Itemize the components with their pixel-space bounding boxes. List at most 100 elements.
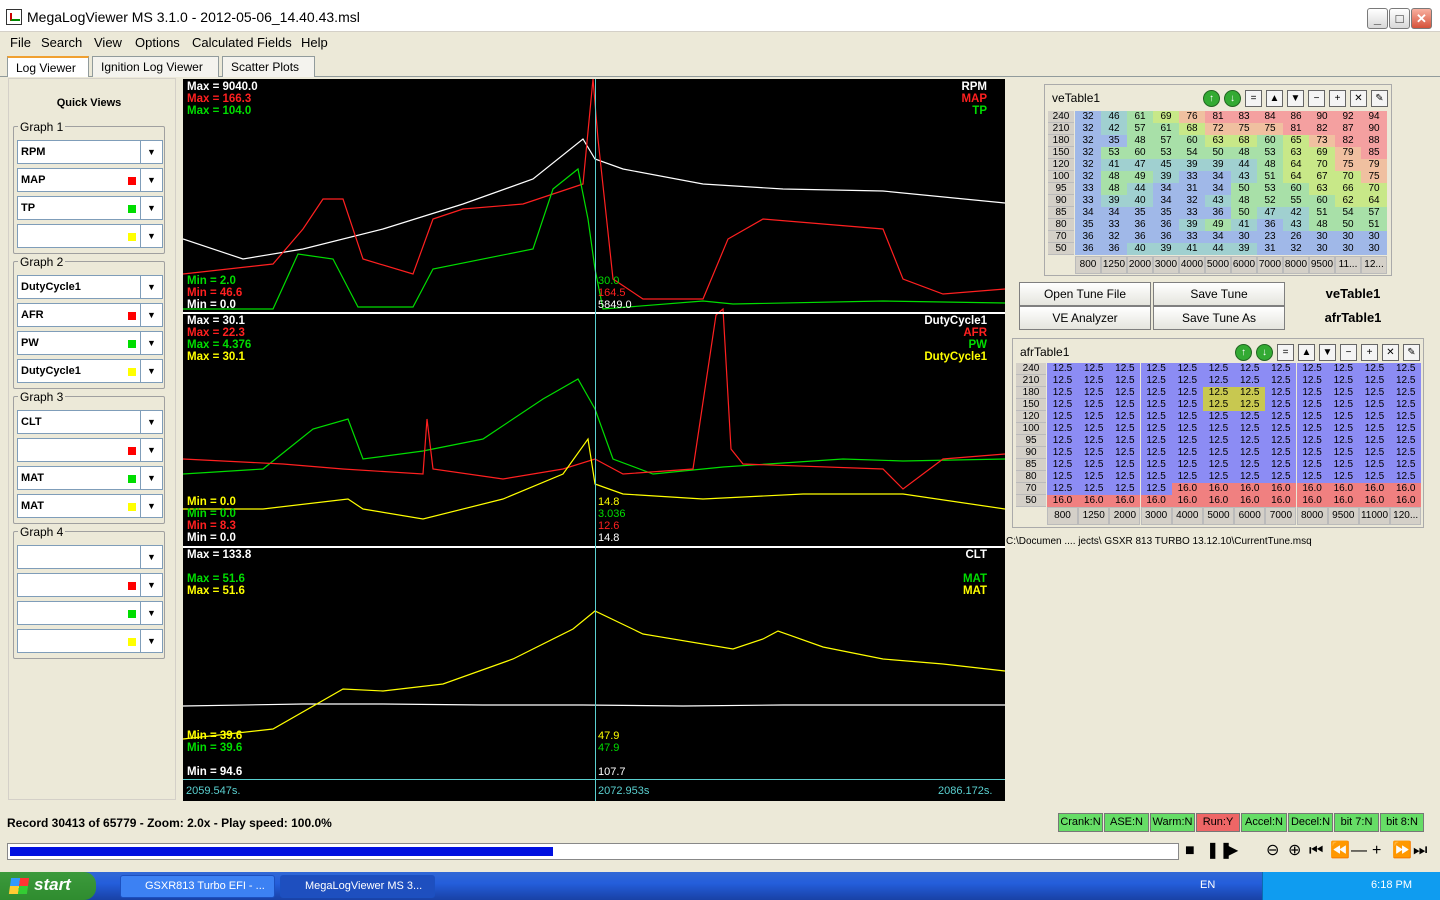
- afr-cell[interactable]: 12.5: [1078, 435, 1110, 447]
- afr-cell[interactable]: 12.5: [1390, 447, 1422, 459]
- ve-cell[interactable]: 64: [1283, 159, 1309, 171]
- ve-cell[interactable]: 44: [1127, 183, 1153, 195]
- afr-cell[interactable]: 12.5: [1327, 471, 1359, 483]
- stop-icon[interactable]: ■: [1185, 842, 1195, 860]
- afr-cell[interactable]: 16.0: [1327, 483, 1359, 495]
- afr-cell[interactable]: 12.5: [1171, 387, 1203, 399]
- ve-cell[interactable]: 43: [1205, 195, 1231, 207]
- ve-cell[interactable]: 35: [1101, 135, 1127, 147]
- afr-cell[interactable]: 12.5: [1203, 363, 1234, 375]
- ve-cell[interactable]: 68: [1231, 135, 1257, 147]
- menu-help[interactable]: Help: [301, 35, 328, 50]
- ve-cell[interactable]: 34: [1153, 183, 1179, 195]
- ve-cell[interactable]: 76: [1179, 111, 1205, 123]
- ve-cell[interactable]: 75: [1231, 123, 1257, 135]
- ve-cell[interactable]: 33: [1179, 171, 1205, 183]
- afr-minus-icon[interactable]: −: [1340, 344, 1357, 361]
- afr-cell[interactable]: 12.5: [1327, 411, 1359, 423]
- ve-cell[interactable]: 86: [1283, 111, 1309, 123]
- color-swatch[interactable]: [128, 312, 136, 320]
- chevron-down-icon[interactable]: ▼: [140, 304, 162, 326]
- ve-cell[interactable]: 32: [1075, 135, 1101, 147]
- afr-cell[interactable]: 12.5: [1078, 399, 1110, 411]
- afr-cell[interactable]: 16.0: [1078, 495, 1110, 507]
- zoom-in-icon[interactable]: ⊕: [1288, 842, 1301, 860]
- afr-cell[interactable]: 12.5: [1390, 399, 1422, 411]
- afr-cell[interactable]: 12.5: [1390, 363, 1422, 375]
- afr-cell[interactable]: 12.5: [1265, 447, 1297, 459]
- afr-cell[interactable]: 12.5: [1265, 387, 1297, 399]
- ve-cell[interactable]: 30: [1361, 243, 1387, 255]
- color-swatch[interactable]: [128, 177, 136, 185]
- ve-cell[interactable]: 48: [1231, 195, 1257, 207]
- afr-cell[interactable]: 12.5: [1203, 447, 1234, 459]
- chevron-down-icon[interactable]: ▼: [140, 630, 162, 652]
- chevron-down-icon[interactable]: ▼: [140, 495, 162, 517]
- afr-cell[interactable]: 12.5: [1327, 459, 1359, 471]
- field-select[interactable]: AFR ▼: [17, 303, 163, 327]
- afr-cell[interactable]: 12.5: [1109, 471, 1141, 483]
- ve-cell[interactable]: 51: [1361, 219, 1387, 231]
- afr-cell[interactable]: 12.5: [1203, 471, 1234, 483]
- menu-view[interactable]: View: [94, 35, 122, 50]
- maximize-button[interactable]: □: [1389, 8, 1410, 29]
- afr-cell[interactable]: 12.5: [1047, 363, 1078, 375]
- ve-multiply-icon[interactable]: ✕: [1350, 90, 1367, 107]
- afr-cell[interactable]: 12.5: [1203, 375, 1234, 387]
- ve-up-circle-icon[interactable]: ↑: [1203, 90, 1220, 107]
- color-swatch[interactable]: [128, 447, 136, 455]
- ve-cell[interactable]: 72: [1205, 123, 1231, 135]
- afr-cell[interactable]: 12.5: [1140, 459, 1172, 471]
- afr-cell[interactable]: 16.0: [1109, 495, 1141, 507]
- afr-cell[interactable]: 12.5: [1171, 471, 1203, 483]
- afr-decrease-icon[interactable]: ▼: [1319, 344, 1336, 361]
- ve-cell[interactable]: 46: [1101, 111, 1127, 123]
- ve-cell[interactable]: 39: [1153, 243, 1179, 255]
- field-select[interactable]: ▼: [17, 545, 163, 569]
- ve-cell[interactable]: 60: [1257, 135, 1283, 147]
- afr-cell[interactable]: 12.5: [1109, 423, 1141, 435]
- ve-decrease-icon[interactable]: ▼: [1287, 90, 1304, 107]
- afr-cell[interactable]: 12.5: [1359, 423, 1390, 435]
- afr-cell[interactable]: 16.0: [1203, 495, 1234, 507]
- playback-progress-bar[interactable]: [7, 843, 1179, 860]
- ve-cell[interactable]: 30: [1335, 243, 1361, 255]
- ve-cell[interactable]: 39: [1153, 171, 1179, 183]
- field-select[interactable]: ▼: [17, 601, 163, 625]
- ve-cell[interactable]: 34: [1075, 207, 1101, 219]
- ve-cell[interactable]: 75: [1257, 123, 1283, 135]
- color-swatch[interactable]: [128, 554, 136, 562]
- afr-cell[interactable]: 12.5: [1203, 435, 1234, 447]
- afr-cell[interactable]: 12.5: [1327, 399, 1359, 411]
- afr-cell[interactable]: 12.5: [1359, 387, 1390, 399]
- ve-cell[interactable]: 60: [1127, 147, 1153, 159]
- ve-cell[interactable]: 50: [1205, 147, 1231, 159]
- chevron-down-icon[interactable]: ▼: [140, 439, 162, 461]
- afr-cell[interactable]: 16.0: [1359, 483, 1390, 495]
- ve-cell[interactable]: 33: [1179, 231, 1205, 243]
- afr-cell[interactable]: 12.5: [1265, 435, 1297, 447]
- afr-cell[interactable]: 12.5: [1203, 459, 1234, 471]
- ve-cell[interactable]: 50: [1231, 183, 1257, 195]
- chevron-down-icon[interactable]: ▼: [140, 332, 162, 354]
- go-end-icon[interactable]: ⏭: [1413, 842, 1427, 860]
- afr-equals-icon[interactable]: =: [1277, 344, 1294, 361]
- field-select[interactable]: ▼: [17, 224, 163, 248]
- afr-cell[interactable]: 12.5: [1140, 435, 1172, 447]
- open-tune-file-button[interactable]: Open Tune File: [1019, 282, 1151, 306]
- afr-cell[interactable]: 12.5: [1234, 399, 1266, 411]
- afr-cell[interactable]: 12.5: [1234, 375, 1266, 387]
- ve-cell[interactable]: 35: [1153, 207, 1179, 219]
- afr-cell[interactable]: 12.5: [1078, 375, 1110, 387]
- step-forward-icon[interactable]: +: [1372, 842, 1381, 860]
- ve-cell[interactable]: 34: [1205, 231, 1231, 243]
- ve-cell[interactable]: 32: [1075, 171, 1101, 183]
- ve-cell[interactable]: 50: [1231, 207, 1257, 219]
- afr-cell[interactable]: 12.5: [1203, 411, 1234, 423]
- go-start-icon[interactable]: ⏮: [1309, 842, 1323, 860]
- ve-cell[interactable]: 30: [1361, 231, 1387, 243]
- field-select[interactable]: TP ▼: [17, 196, 163, 220]
- ve-cell[interactable]: 64: [1361, 195, 1387, 207]
- ve-cell[interactable]: 40: [1127, 195, 1153, 207]
- ve-cell[interactable]: 70: [1335, 171, 1361, 183]
